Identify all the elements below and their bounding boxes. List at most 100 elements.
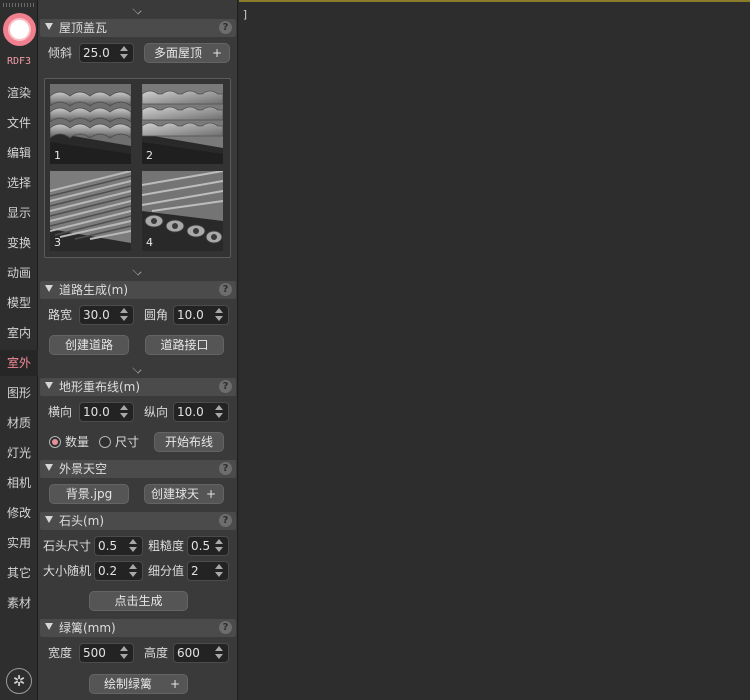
section-header-hedge[interactable]: 绿篱(mm) ? (40, 619, 236, 637)
size-random-spinner[interactable]: 0.2 (94, 561, 143, 581)
stone-size-spinner[interactable]: 0.5 (94, 536, 143, 556)
viewport[interactable]: ] (239, 0, 750, 700)
stone-size-label: 石头尺寸 (43, 539, 92, 553)
hedge-height-value[interactable]: 600 (177, 645, 200, 661)
help-icon[interactable]: ? (219, 514, 232, 527)
settings-gear-icon[interactable]: ✲ (6, 668, 32, 694)
road-junction-button[interactable]: 道路接口 (145, 335, 224, 355)
tile-number: 1 (54, 149, 61, 162)
expand-triangle-icon (45, 382, 53, 389)
spinner-arrows-icon[interactable] (126, 539, 140, 553)
size-radio-label[interactable]: 尺寸 (115, 433, 139, 451)
curved-tile-thumbnail (50, 84, 131, 164)
roughness-spinner[interactable]: 0.5 (187, 536, 229, 556)
spinner-arrows-icon[interactable] (117, 405, 131, 419)
collapse-chevron-icon[interactable] (128, 266, 148, 276)
create-road-button[interactable]: 创建道路 (49, 335, 129, 355)
subdivision-spinner[interactable]: 2 (187, 561, 229, 581)
plus-icon: + (169, 677, 180, 691)
nav-item-light[interactable]: 灯光 (0, 440, 38, 466)
subdivision-label: 细分值 (148, 564, 185, 578)
road-width-value[interactable]: 30.0 (83, 307, 110, 323)
vertical-value[interactable]: 10.0 (177, 404, 204, 420)
size-radio[interactable] (99, 436, 111, 448)
nav-item-utility[interactable]: 实用 (0, 530, 38, 556)
ribbed-tile-thumbnail (50, 171, 131, 243)
subdivision-value[interactable]: 2 (191, 563, 199, 579)
section-header-roof[interactable]: 屋顶盖瓦 ? (40, 19, 236, 37)
section-header-sky[interactable]: 外景天空 ? (40, 460, 236, 478)
spinner-arrows-icon[interactable] (212, 405, 226, 419)
nav-item-material[interactable]: 材质 (0, 410, 38, 436)
help-icon[interactable]: ? (219, 621, 232, 634)
tile-number: 2 (146, 149, 153, 162)
spinner-arrows-icon[interactable] (117, 46, 131, 60)
nav-item-assets[interactable]: 素材 (0, 590, 38, 616)
expand-triangle-icon (45, 23, 53, 30)
corner-value[interactable]: 10.0 (177, 307, 204, 323)
nav-item-exterior[interactable]: 室外 (0, 350, 38, 376)
create-skydome-button[interactable]: 创建球天 + (144, 484, 224, 504)
tool-panel: 屋顶盖瓦 ? 倾斜 25.0 多面屋顶 + 1 2 3 4 道路生成(m) ? … (38, 0, 238, 700)
collapse-chevron-icon[interactable] (128, 364, 148, 374)
nav-item-display[interactable]: 显示 (0, 200, 38, 226)
nav-item-modify[interactable]: 修改 (0, 500, 38, 526)
rdf-version-label: RDF3 (6, 56, 32, 67)
stone-size-value[interactable]: 0.5 (98, 538, 117, 554)
roughness-value[interactable]: 0.5 (191, 538, 210, 554)
corner-spinner[interactable]: 10.0 (173, 305, 229, 325)
spinner-arrows-icon[interactable] (212, 646, 226, 660)
tile-option-3[interactable]: 3 (50, 171, 131, 251)
help-icon[interactable]: ? (219, 380, 232, 393)
count-radio[interactable] (49, 436, 61, 448)
spinner-arrows-icon[interactable] (117, 308, 131, 322)
spinner-arrows-icon[interactable] (212, 564, 226, 578)
section-header-terrain[interactable]: 地形重布线(m) ? (40, 378, 236, 396)
tile-option-2[interactable]: 2 (142, 84, 223, 164)
nav-item-model[interactable]: 模型 (0, 290, 38, 316)
background-image-button[interactable]: 背景.jpg (49, 484, 129, 504)
hedge-height-spinner[interactable]: 600 (173, 643, 229, 663)
spinner-arrows-icon[interactable] (212, 308, 226, 322)
vertical-spinner[interactable]: 10.0 (173, 402, 229, 422)
hedge-width-spinner[interactable]: 500 (79, 643, 134, 663)
barrel-tile-thumbnail (142, 171, 223, 244)
section-header-road[interactable]: 道路生成(m) ? (40, 281, 236, 299)
help-icon[interactable]: ? (219, 462, 232, 475)
tile-option-1[interactable]: 1 (50, 84, 131, 164)
generate-stone-button[interactable]: 点击生成 (89, 591, 188, 611)
start-wiring-button[interactable]: 开始布线 (154, 432, 224, 452)
nav-item-shape[interactable]: 图形 (0, 380, 38, 406)
horizontal-spinner[interactable]: 10.0 (79, 402, 134, 422)
help-icon[interactable]: ? (219, 283, 232, 296)
nav-item-transform[interactable]: 变换 (0, 230, 38, 256)
spinner-arrows-icon[interactable] (126, 564, 140, 578)
section-title: 外景天空 (59, 462, 108, 476)
draw-hedge-button[interactable]: 绘制绿篱 + (89, 674, 188, 694)
spinner-arrows-icon[interactable] (212, 539, 226, 553)
tile-option-4[interactable]: 4 (142, 171, 223, 251)
tilt-spinner[interactable]: 25.0 (79, 43, 134, 63)
nav-item-camera[interactable]: 相机 (0, 470, 38, 496)
plus-icon: + (205, 487, 216, 501)
nav-item-edit[interactable]: 编辑 (0, 140, 38, 166)
count-radio-label[interactable]: 数量 (65, 433, 89, 451)
help-icon[interactable]: ? (219, 21, 232, 34)
nav-item-interior[interactable]: 室内 (0, 320, 38, 346)
collapse-chevron-icon[interactable] (128, 5, 148, 15)
hedge-width-value[interactable]: 500 (83, 645, 106, 661)
spinner-arrows-icon[interactable] (117, 646, 131, 660)
nav-item-other[interactable]: 其它 (0, 560, 38, 586)
multi-roof-button[interactable]: 多面屋顶 + (144, 43, 230, 63)
nav-item-select[interactable]: 选择 (0, 170, 38, 196)
road-width-spinner[interactable]: 30.0 (79, 305, 134, 325)
road-width-label: 路宽 (48, 308, 73, 322)
nav-item-render[interactable]: 渲染 (0, 80, 38, 106)
nav-item-file[interactable]: 文件 (0, 110, 38, 136)
drag-grip[interactable] (3, 3, 35, 7)
tilt-value[interactable]: 25.0 (83, 45, 110, 61)
nav-item-animation[interactable]: 动画 (0, 260, 38, 286)
size-random-value[interactable]: 0.2 (98, 563, 117, 579)
horizontal-value[interactable]: 10.0 (83, 404, 110, 420)
section-header-stone[interactable]: 石头(m) ? (40, 512, 236, 530)
